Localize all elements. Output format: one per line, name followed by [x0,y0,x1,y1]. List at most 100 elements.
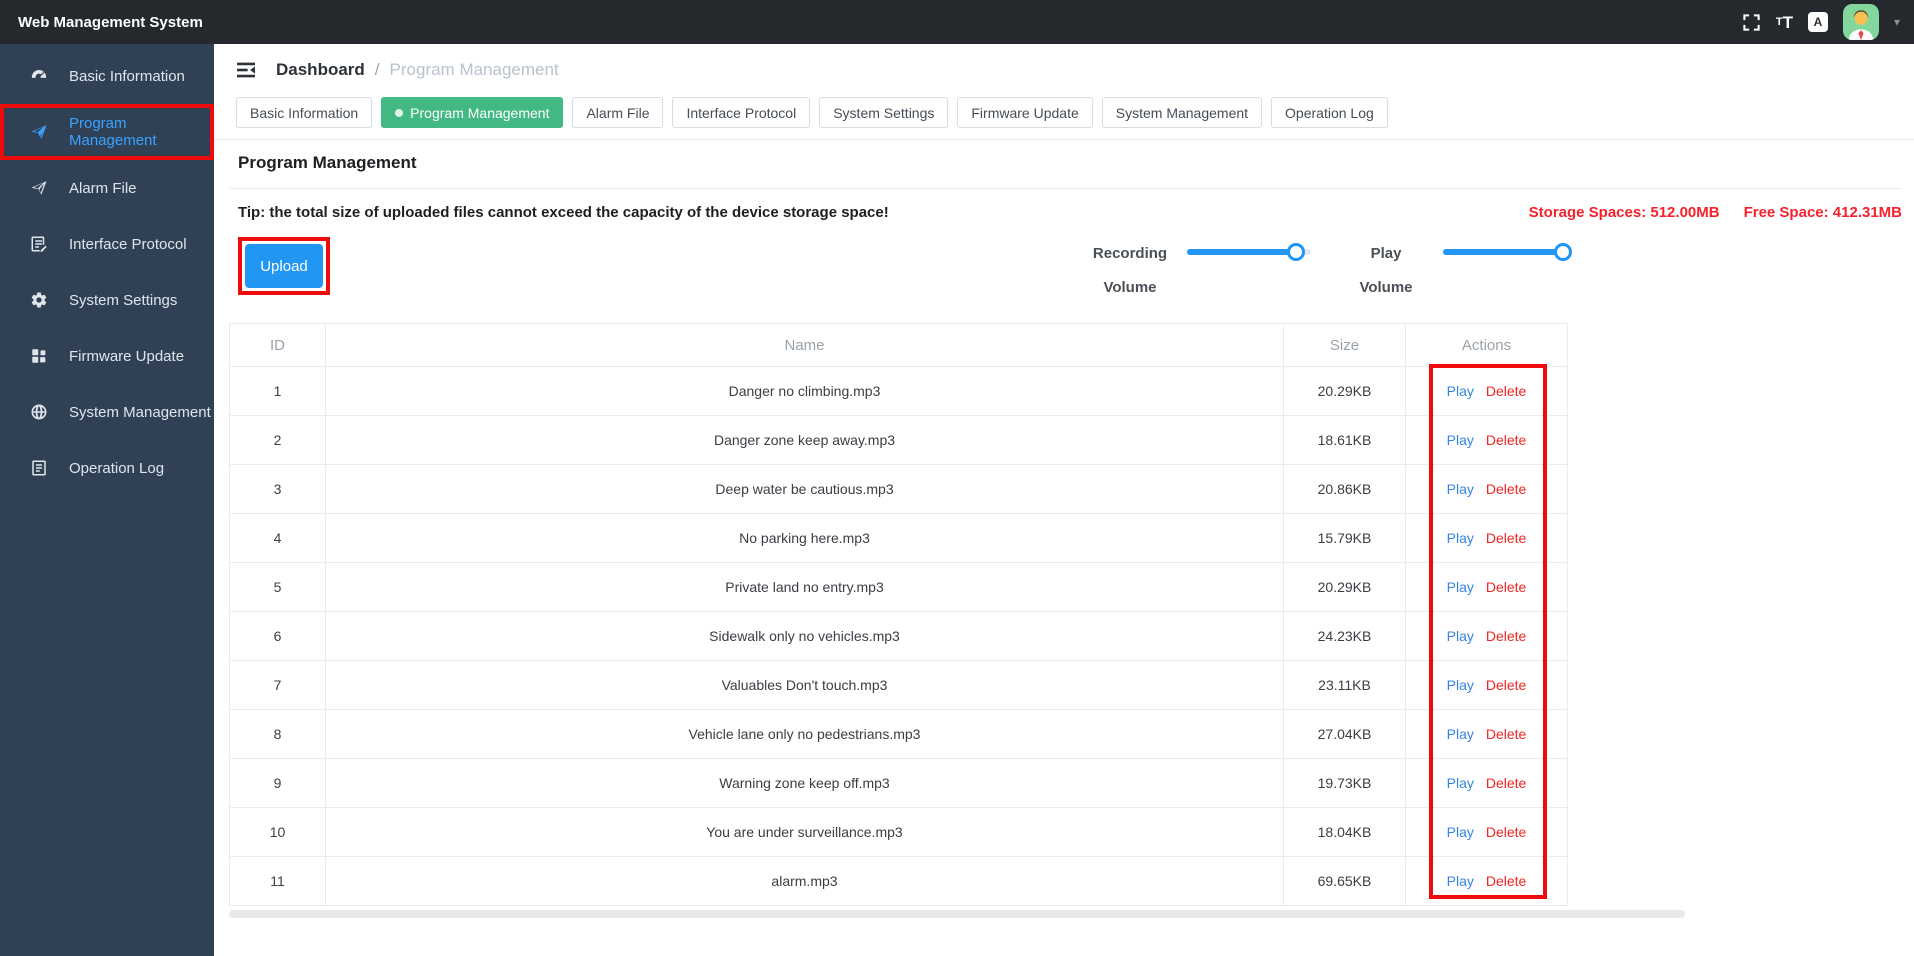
play-volume-label: Play Volume [1359,245,1413,296]
sidebar-item-interface-protocol[interactable]: Interface Protocol [0,216,214,272]
volume-controls: Recording Volume Play Volume [1087,237,1573,305]
play-link[interactable]: Play [1447,383,1474,399]
app-window: Web Management System TT A ▾ Basic Infor… [0,0,1914,956]
delete-link[interactable]: Delete [1486,775,1526,791]
tab-firmware-update[interactable]: Firmware Update [957,97,1093,128]
breadcrumb-dashboard[interactable]: Dashboard [276,60,365,80]
header-name: Name [325,323,1284,367]
table-row: 3 Deep water be cautious.mp3 20.86KB Pla… [229,464,1568,514]
table-row: 11 alarm.mp3 69.65KB Play Delete [229,856,1568,906]
sidebar-item-label: Operation Log [69,459,165,477]
play-link[interactable]: Play [1447,824,1474,840]
delete-link[interactable]: Delete [1486,726,1526,742]
breadcrumb: Dashboard / Program Management [276,60,559,80]
log-icon [30,459,48,477]
play-link[interactable]: Play [1447,432,1474,448]
table-row: 1 Danger no climbing.mp3 20.29KB Play Del… [229,366,1568,416]
document-edit-icon [30,235,48,253]
page-title: Program Management [238,153,417,172]
storage-spaces-text: Storage Spaces: 512.00MB [1528,204,1720,221]
sidebar-item-alarm-file[interactable]: Alarm File [0,160,214,216]
font-size-icon[interactable]: TT [1776,14,1793,31]
play-link[interactable]: Play [1447,775,1474,791]
table-row: 6 Sidewalk only no vehicles.mp3 24.23KB … [229,611,1568,661]
play-link[interactable]: Play [1447,677,1474,693]
title-divider [229,188,1902,189]
play-link[interactable]: Play [1447,530,1474,546]
topbar-actions: TT A ▾ [1742,0,1900,44]
active-tab-dot [395,108,404,117]
sidebar-item-label: Interface Protocol [69,235,187,253]
play-volume-slider[interactable] [1443,243,1573,261]
fullscreen-icon[interactable] [1742,13,1761,32]
play-volume-group: Play Volume [1343,237,1573,305]
sidebar-item-label: Alarm File [69,179,137,197]
paper-plane-icon [30,123,48,141]
tabs-bar: Basic Information Program Management Ala… [214,96,1914,140]
gear-icon [30,291,48,309]
play-link[interactable]: Play [1447,579,1474,595]
dashboard-icon [30,67,48,85]
play-link[interactable]: Play [1447,726,1474,742]
horizontal-scrollbar[interactable] [229,910,1685,918]
tip-row: Tip: the total size of uploaded files ca… [229,204,1902,221]
chevron-down-icon[interactable]: ▾ [1894,15,1900,29]
upload-tip: Tip: the total size of uploaded files ca… [238,204,889,221]
slider-fill [1443,243,1573,261]
translate-icon[interactable]: A [1807,12,1828,32]
slider-fill [1187,243,1306,261]
globe-icon [30,403,48,421]
recording-volume-slider[interactable] [1187,243,1311,261]
sidebar-item-label: Program Management [69,115,157,149]
upload-annotation-box: Upload [238,237,330,295]
play-link[interactable]: Play [1447,481,1474,497]
breadcrumb-separator: / [374,60,380,79]
program-table: ID Name Size Actions 1 Danger no climbin… [229,323,1568,906]
recording-volume-group: Recording Volume [1087,237,1311,305]
table-row: 5 Private land no entry.mp3 20.29KB Play… [229,562,1568,612]
delete-link[interactable]: Delete [1486,579,1526,595]
play-link[interactable]: Play [1447,873,1474,889]
top-bar: Web Management System TT A ▾ [0,0,1914,44]
avatar[interactable] [1842,4,1879,40]
sidebar-item-label: Firmware Update [69,347,185,365]
slider-track [1443,243,1573,261]
sidebar-item-system-management[interactable]: System Management [0,384,214,440]
delete-link[interactable]: Delete [1486,677,1526,693]
tab-system-management[interactable]: System Management [1101,97,1263,128]
play-link[interactable]: Play [1447,628,1474,644]
delete-link[interactable]: Delete [1486,824,1526,840]
sidebar-collapse-icon[interactable] [236,61,256,79]
sidebar-item-program-management[interactable]: Program Management [0,104,214,160]
table-zone: Upload Recording Volume Play Volume ID N… [229,237,1685,918]
controls-row: Upload Recording Volume Play Volume [229,237,1573,305]
slider-thumb[interactable] [1287,243,1306,261]
sidebar-item-label: System Settings [69,291,178,309]
sidebar-item-operation-log[interactable]: Operation Log [0,440,214,496]
tab-interface-protocol[interactable]: Interface Protocol [672,97,811,128]
tab-basic-information[interactable]: Basic Information [236,97,373,128]
sidebar-item-system-settings[interactable]: System Settings [0,272,214,328]
delete-link[interactable]: Delete [1486,873,1526,889]
sidebar-item-basic-information[interactable]: Basic Information [0,48,214,104]
table-row: 10 You are under surveillance.mp3 18.04K… [229,807,1568,857]
delete-link[interactable]: Delete [1486,481,1526,497]
grid-icon [30,347,48,365]
delete-link[interactable]: Delete [1486,530,1526,546]
tab-operation-log[interactable]: Operation Log [1271,97,1388,128]
table-row: 8 Vehicle lane only no pedestrians.mp3 2… [229,709,1568,759]
tab-program-management[interactable]: Program Management [381,97,564,128]
header-id: ID [229,323,326,367]
delete-link[interactable]: Delete [1486,432,1526,448]
paper-plane-icon [30,179,48,197]
header-actions: Actions [1405,323,1568,367]
breadcrumb-current: Program Management [389,60,559,79]
tab-system-settings[interactable]: System Settings [819,97,949,128]
upload-button[interactable]: Upload [245,244,323,288]
delete-link[interactable]: Delete [1486,383,1526,399]
delete-link[interactable]: Delete [1486,628,1526,644]
table-row: 9 Warning zone keep off.mp3 19.73KB Play… [229,758,1568,808]
slider-thumb[interactable] [1554,243,1573,261]
tab-alarm-file[interactable]: Alarm File [572,97,664,128]
sidebar-item-firmware-update[interactable]: Firmware Update [0,328,214,384]
